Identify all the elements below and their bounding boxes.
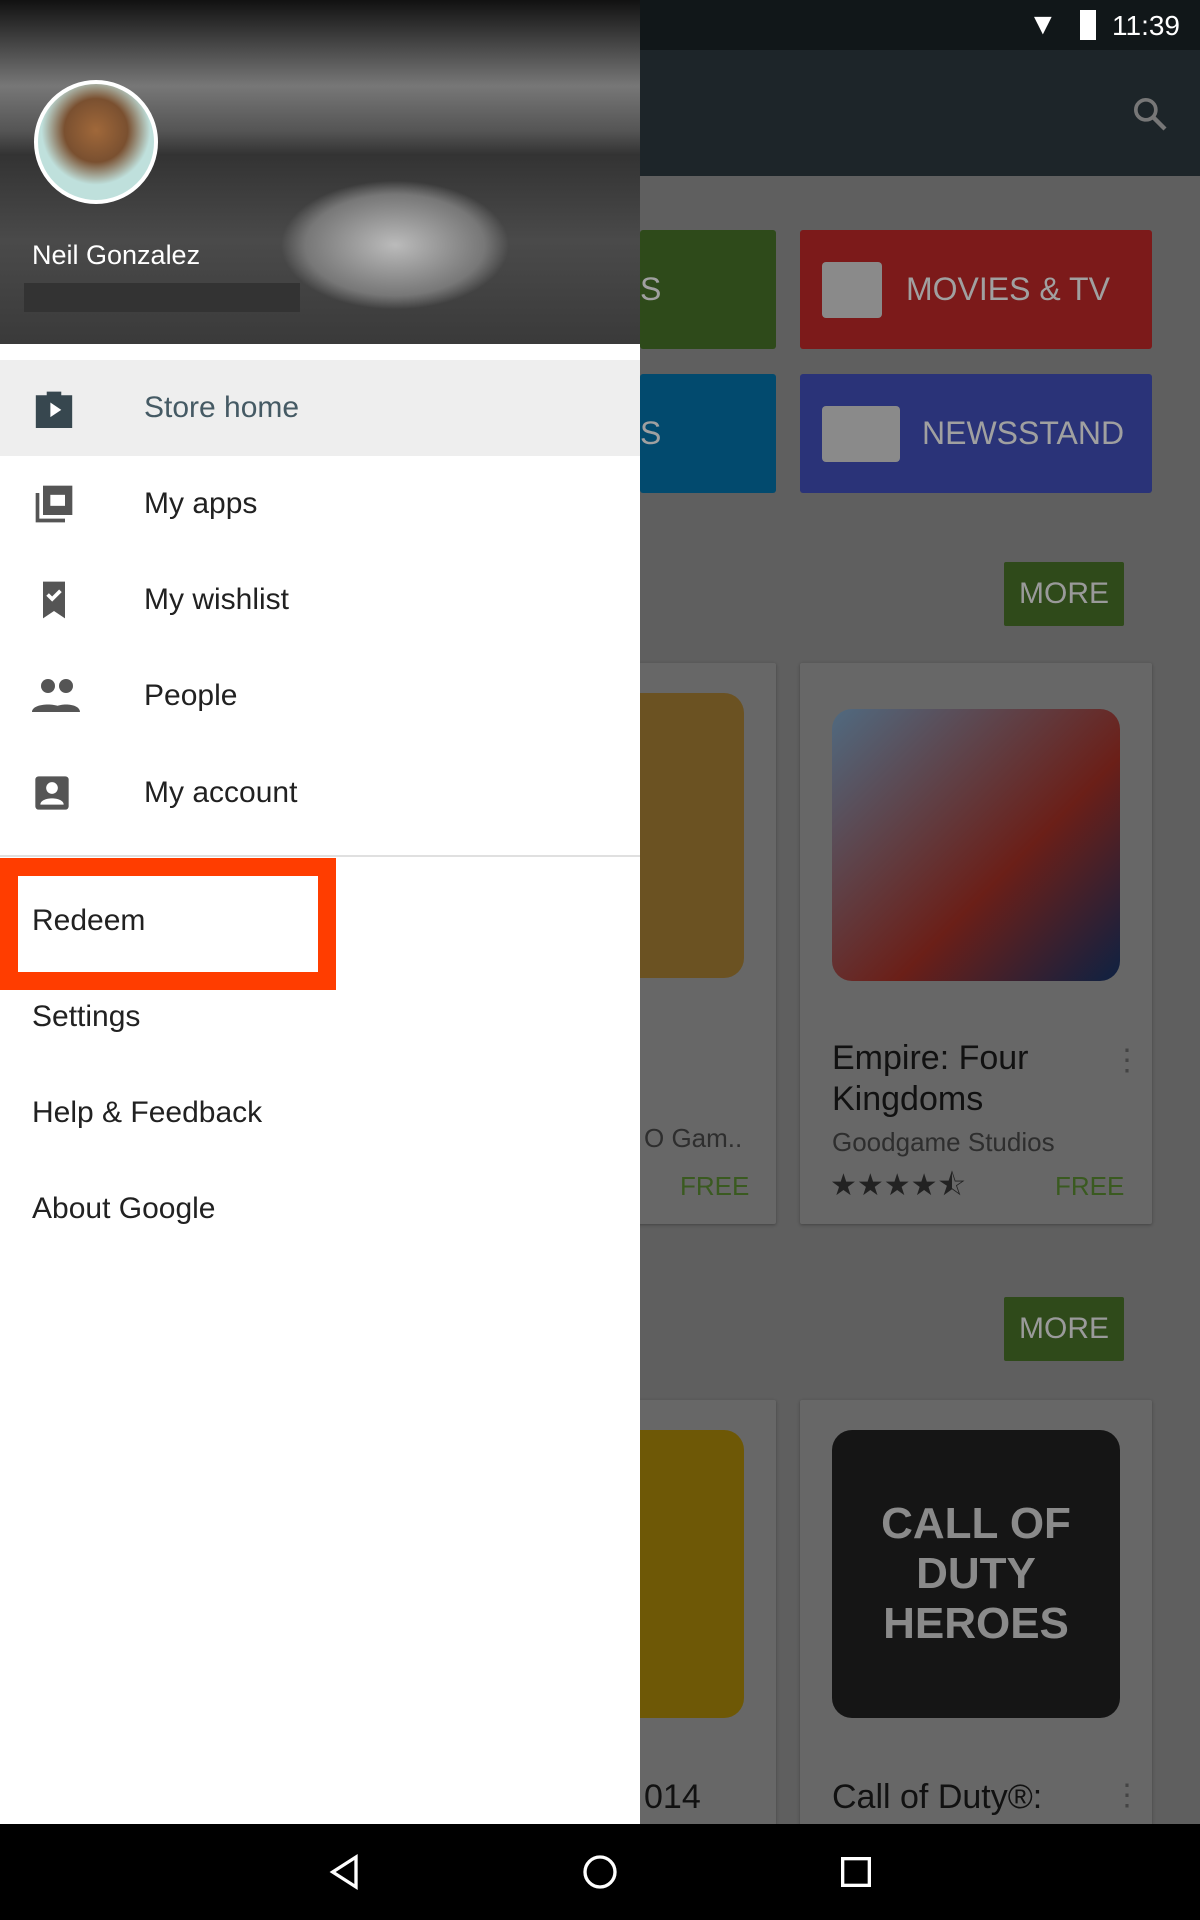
avatar[interactable] — [34, 80, 158, 204]
home-icon[interactable] — [580, 1852, 620, 1892]
people-icon — [32, 679, 80, 712]
drawer-item-redeem[interactable]: Redeem — [32, 873, 145, 969]
wifi-icon: ▼ — [1028, 8, 1058, 41]
left-tile-1[interactable]: S — [640, 230, 776, 349]
wishlist-bookmark-icon — [43, 581, 65, 619]
app-icon-empire — [832, 709, 1120, 981]
drawer-item-settings[interactable]: Settings — [32, 969, 140, 1065]
movies-tv-tile[interactable]: MOVIES & TV — [800, 230, 1152, 349]
drawer-item-my-apps[interactable]: My apps — [0, 456, 640, 552]
more-button-2[interactable]: MORE — [1004, 1297, 1124, 1361]
back-icon[interactable] — [326, 1852, 366, 1892]
navigation-bar — [0, 1824, 1200, 1920]
newsstand-tile[interactable]: NEWSSTAND — [800, 374, 1152, 493]
drawer-item-my-account[interactable]: My account — [0, 745, 640, 841]
newspaper-icon — [822, 405, 900, 462]
battery-icon — [1080, 10, 1096, 40]
drawer-item-about-google[interactable]: About Google — [32, 1161, 215, 1257]
drawer-item-people[interactable]: People — [0, 648, 640, 744]
drawer-item-my-wishlist[interactable]: My wishlist — [0, 552, 640, 648]
drawer-item-help-feedback[interactable]: Help & Feedback — [32, 1065, 262, 1161]
search-icon[interactable] — [1130, 94, 1170, 134]
app-card-cod[interactable]: CALL OF DUTY HEROES Call of Duty®: ⋮ — [800, 1400, 1152, 1830]
recents-icon[interactable] — [836, 1852, 876, 1892]
user-name: Neil Gonzalez — [32, 240, 201, 270]
overflow-menu-icon[interactable]: ⋮ — [1112, 1778, 1142, 1813]
overflow-menu-icon[interactable]: ⋮ — [1112, 1043, 1142, 1078]
more-button[interactable]: MORE — [1004, 562, 1124, 626]
drawer-item-store-home[interactable]: Store home — [0, 360, 640, 456]
account-icon — [35, 776, 69, 810]
app-icon-cod: CALL OF DUTY HEROES — [832, 1430, 1120, 1718]
app-card-empire[interactable]: Empire: Four Kingdoms ⋮ Goodgame Studios… — [800, 663, 1152, 1224]
store-bag-icon — [35, 391, 73, 428]
navigation-drawer: Neil Gonzalez Store home My apps My wish… — [0, 0, 640, 1824]
redacted-email — [24, 283, 300, 312]
left-tile-2[interactable]: S — [640, 374, 776, 493]
film-icon — [822, 261, 882, 318]
rating-stars: ★★★★⯪ — [830, 1169, 966, 1202]
header-cover-image — [280, 180, 510, 310]
divider — [0, 855, 640, 857]
drawer-header: Neil Gonzalez — [0, 0, 640, 344]
my-apps-icon — [35, 485, 73, 523]
